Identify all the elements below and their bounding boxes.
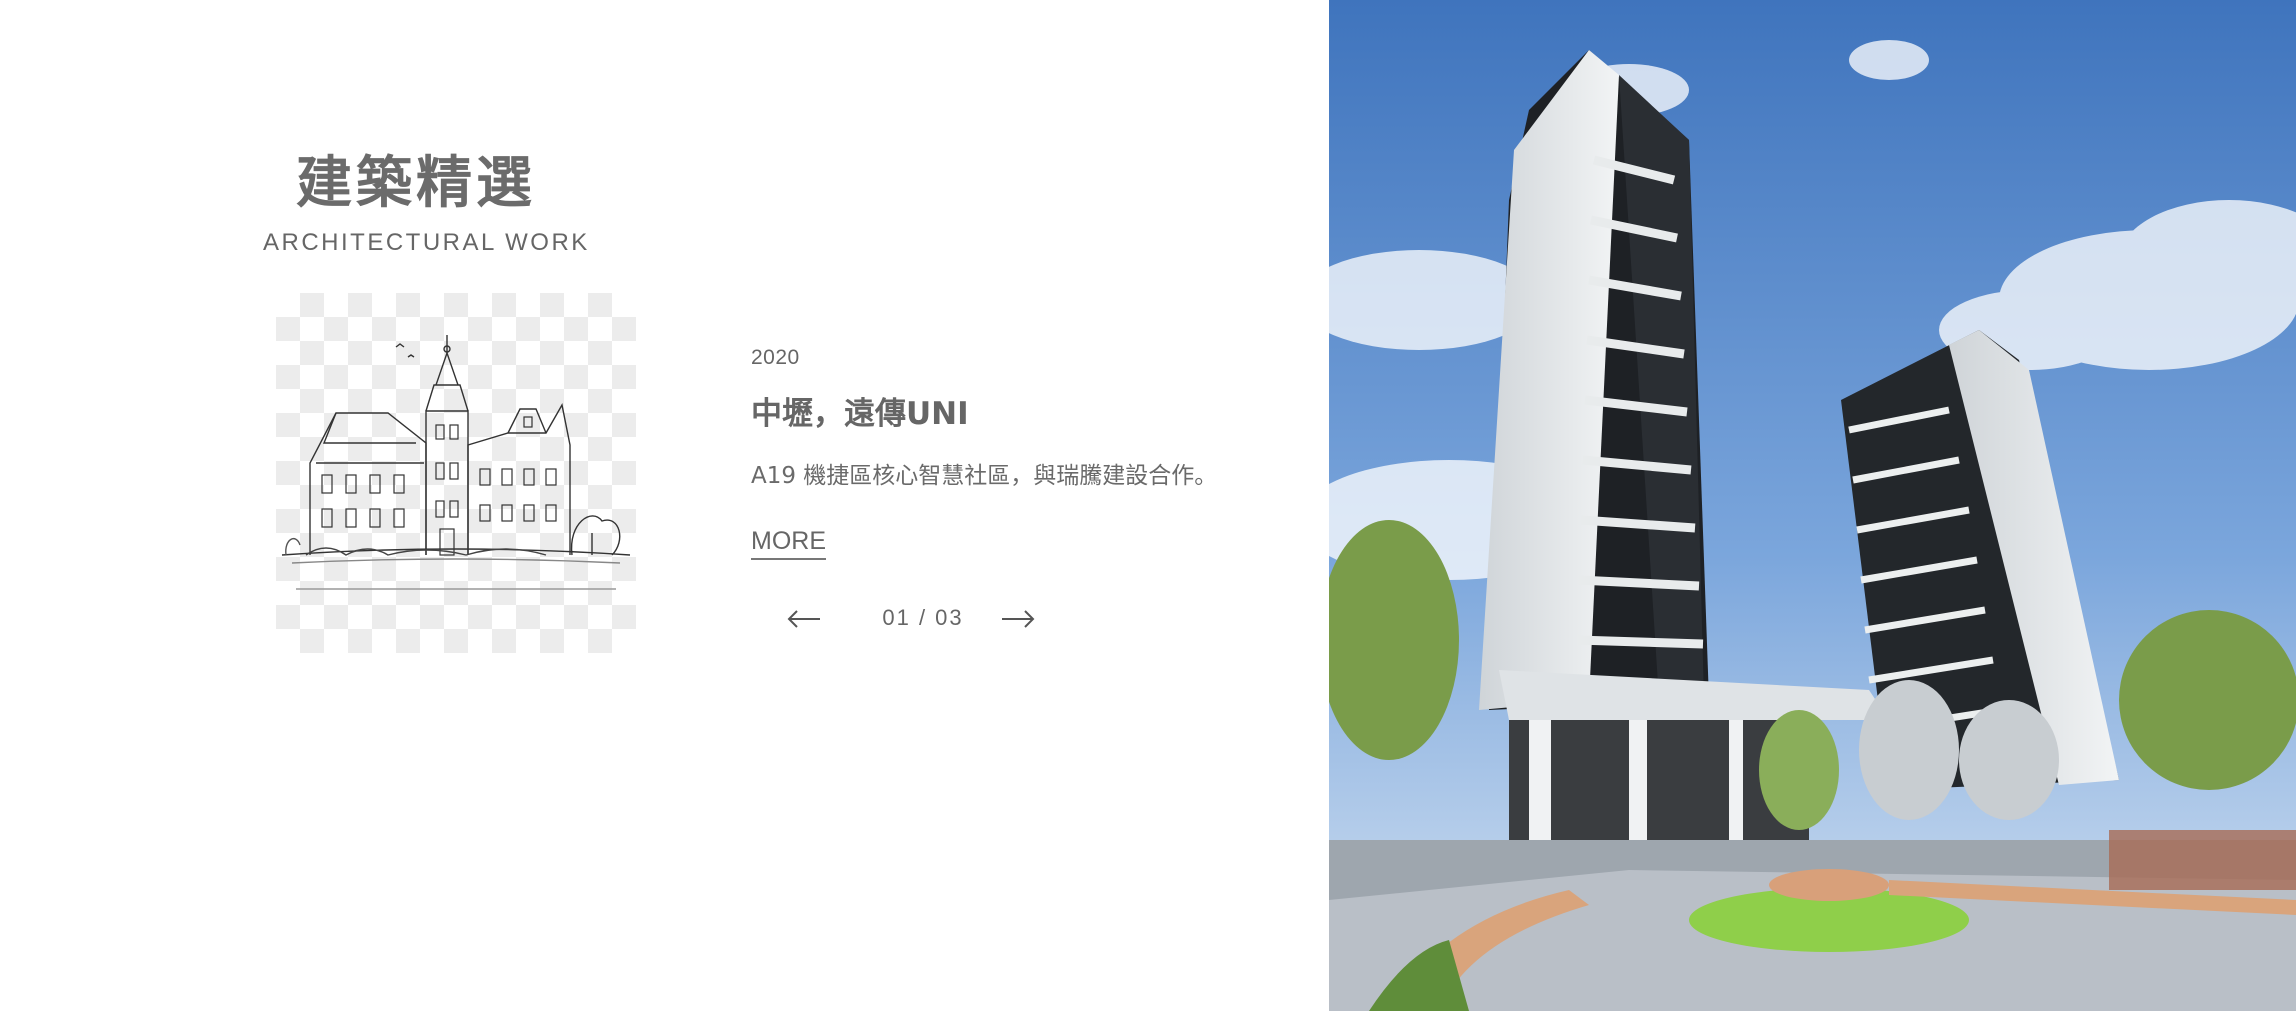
- section-subtitle: ARCHITECTURAL WORK: [263, 229, 590, 256]
- building-rendering: [1329, 0, 2296, 1011]
- arrow-left-icon[interactable]: [786, 607, 822, 631]
- page-indicator: 01 / 03: [882, 605, 964, 630]
- project-title: 中壢，遠傳UNI: [751, 396, 969, 432]
- arrow-right-icon[interactable]: [1000, 607, 1036, 631]
- content-panel: 建築精選 ARCHITECTURAL WORK 2020 中壢，遠傳UNI A1…: [0, 0, 1329, 1011]
- castle-sketch-illustration: [281, 335, 631, 590]
- section-title: 建築精選: [296, 151, 536, 216]
- more-link[interactable]: MORE: [751, 527, 826, 560]
- project-sketch-thumbnail[interactable]: [276, 293, 636, 653]
- project-year: 2020: [751, 346, 800, 369]
- project-rendering-image: [1329, 0, 2296, 1011]
- carousel-pager: 01 / 03: [786, 603, 1046, 643]
- project-description: A19 機捷區核心智慧社區，與瑞騰建設合作。: [751, 463, 1218, 489]
